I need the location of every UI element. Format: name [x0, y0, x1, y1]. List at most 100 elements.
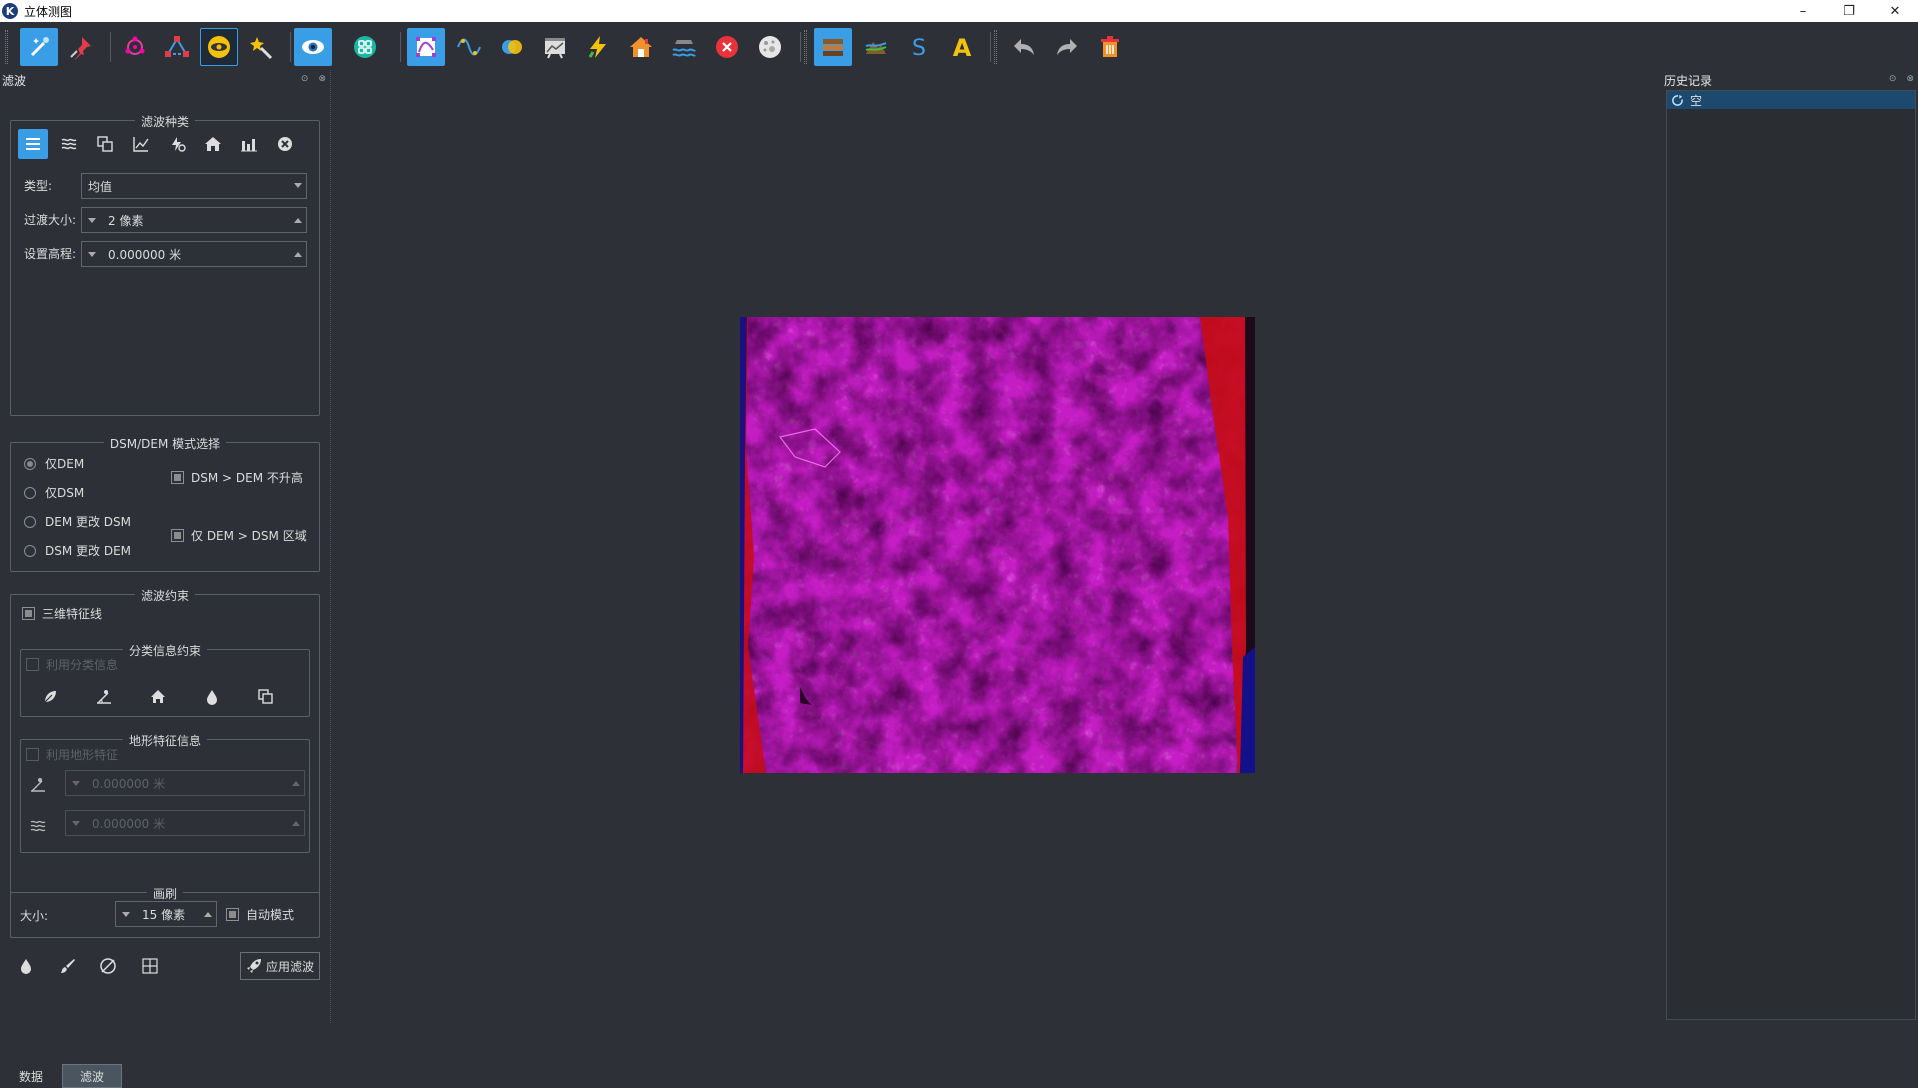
chart-window-icon[interactable] — [536, 28, 574, 66]
color-blend-icon[interactable] — [493, 28, 531, 66]
increment-icon[interactable] — [294, 252, 302, 257]
grid-color-icon[interactable] — [346, 28, 384, 66]
elevation-value: 0.000000 米 — [108, 247, 182, 262]
toolbar-separator — [290, 32, 291, 62]
increment-icon[interactable] — [294, 218, 302, 223]
house-icon[interactable] — [622, 28, 660, 66]
checkbox-auto-mode[interactable]: 自动模式 — [226, 906, 294, 923]
erase-icon[interactable] — [95, 953, 121, 979]
decrement-icon[interactable] — [88, 217, 96, 223]
a-letter-icon[interactable]: A — [943, 28, 981, 66]
home-icon[interactable] — [145, 684, 171, 710]
s-letter-icon[interactable]: S — [900, 28, 938, 66]
grid-select-icon[interactable] — [137, 953, 163, 979]
elevation-label: 设置高程: — [24, 247, 77, 261]
list-item[interactable]: 空 — [1667, 91, 1915, 109]
map-canvas-image[interactable] — [740, 317, 1255, 773]
left-splitter[interactable] — [330, 70, 333, 1023]
toolbar-grip[interactable] — [804, 30, 807, 64]
mode-title: DSM/DEM 模式选择 — [103, 437, 227, 451]
terrain-feature-group: 地形特征信息 利用地形特征 0.000000 米 0.000000 米 — [20, 734, 310, 853]
trash-icon[interactable] — [1091, 28, 1129, 66]
close-panel-icon[interactable]: ⊗ — [318, 74, 326, 84]
water-drop-icon[interactable] — [13, 953, 39, 979]
moon-icon[interactable] — [751, 28, 789, 66]
app-logo-icon: K — [2, 3, 18, 19]
close-button[interactable]: ✕ — [1872, 0, 1918, 22]
history-panel: 历史记录 ⊙ ⊗ 空 — [1662, 70, 1918, 1023]
copy-icon[interactable] — [90, 129, 120, 159]
undo-icon[interactable] — [1005, 28, 1043, 66]
water-icon[interactable] — [665, 28, 703, 66]
type-label: 类型: — [24, 179, 53, 193]
refresh-icon — [1672, 94, 1683, 106]
pin-icon[interactable] — [62, 28, 100, 66]
copy-icon[interactable] — [253, 684, 279, 710]
toolbar-separator — [400, 32, 401, 62]
restore-button[interactable]: ❐ — [1826, 0, 1872, 22]
wave-icon[interactable] — [450, 28, 488, 66]
elevation-stepper[interactable]: 0.000000 米 — [81, 241, 307, 267]
checkbox-feature-line[interactable]: 三维特征线 — [22, 605, 102, 622]
brush-size-stepper[interactable]: 15 像素 — [115, 901, 217, 927]
minimize-button[interactable]: – — [1780, 0, 1826, 22]
wind-icon[interactable] — [162, 129, 192, 159]
close-panel-icon[interactable]: ⊗ — [1906, 74, 1914, 84]
water-drop-icon[interactable] — [199, 684, 225, 710]
history-panel-titlebar: 历史记录 ⊙ ⊗ — [1664, 72, 1918, 88]
filter-panel: 滤波 ⊙ ⊗ 滤波种类 类型: 均值 过渡大小: 2 像素 设置高程: 0.00… — [0, 70, 331, 1088]
radio-dsm-change-dem[interactable]: DSM 更改 DEM — [24, 542, 131, 559]
constraint-title: 滤波约束 — [134, 589, 195, 603]
lightning-icon[interactable] — [579, 28, 617, 66]
checkbox-dsm-gt-dem[interactable]: DSM > DEM 不升高 — [171, 469, 303, 486]
float-icon[interactable]: ⊙ — [301, 74, 309, 84]
filter-panel-titlebar: 滤波 ⊙ ⊗ — [2, 72, 330, 88]
terrain-value-1: 0.000000 米 — [92, 776, 166, 791]
network-icon[interactable] — [116, 28, 154, 66]
toolbar-grip[interactable] — [5, 30, 8, 64]
radio-dem-only[interactable]: 仅DEM — [24, 455, 84, 472]
close-circle-icon[interactable] — [270, 129, 300, 159]
node-edit-icon[interactable] — [158, 28, 196, 66]
eye-view-icon[interactable] — [294, 28, 332, 66]
checkbox-use-terrain[interactable]: 利用地形特征 — [26, 746, 118, 763]
class-constraint-group: 分类信息约束 利用分类信息 — [20, 644, 310, 717]
transition-size-stepper[interactable]: 2 像素 — [81, 207, 307, 233]
toolbar-separator — [990, 32, 991, 62]
tab-data[interactable]: 数据 — [2, 1064, 60, 1088]
slope-icon[interactable] — [91, 684, 117, 710]
close-red-icon[interactable] — [708, 28, 746, 66]
radio-dsm-only[interactable]: 仅DSM — [24, 484, 84, 501]
brush-icon[interactable] — [55, 953, 81, 979]
float-icon[interactable]: ⊙ — [1889, 74, 1897, 84]
list-icon[interactable] — [18, 129, 48, 159]
filter-type-select[interactable]: 均值 — [81, 173, 307, 199]
bar-chart-icon[interactable] — [234, 129, 264, 159]
toolbar-separator — [110, 32, 111, 62]
terrain-value-2: 0.000000 米 — [92, 816, 166, 831]
curve-select-icon[interactable] — [407, 28, 445, 66]
decrement-icon[interactable] — [88, 251, 96, 257]
apply-filter-button[interactable]: 应用滤波 — [240, 952, 320, 980]
magic-wand-icon[interactable] — [20, 28, 58, 66]
checkbox-use-class[interactable]: 利用分类信息 — [26, 656, 118, 673]
apply-filter-label: 应用滤波 — [265, 959, 314, 974]
tab-filter[interactable]: 滤波 — [62, 1064, 122, 1088]
radio-dem-change-dsm[interactable]: DEM 更改 DSM — [24, 513, 131, 530]
terrain-threshold-stepper-1[interactable]: 0.000000 米 — [65, 770, 305, 796]
home-icon[interactable] — [198, 129, 228, 159]
terrain-threshold-stepper-2[interactable]: 0.000000 米 — [65, 810, 305, 836]
transition-label: 过渡大小: — [24, 213, 77, 227]
eye-yellow-icon[interactable] — [200, 28, 238, 66]
leaf-icon[interactable] — [37, 684, 63, 710]
toolbar-grip[interactable] — [994, 30, 997, 64]
layers-brown-icon[interactable] — [814, 28, 852, 66]
waves-icon[interactable] — [54, 129, 84, 159]
star-tool-icon[interactable] — [242, 28, 280, 66]
checkbox-dem-gt-dsm[interactable]: 仅 DEM > DSM 区域 — [171, 527, 307, 544]
transition-value: 2 像素 — [108, 213, 144, 228]
terrain-icon[interactable] — [857, 28, 895, 66]
chart-icon[interactable] — [126, 129, 156, 159]
redo-icon[interactable] — [1048, 28, 1086, 66]
terrain-waves-icon — [25, 812, 51, 838]
